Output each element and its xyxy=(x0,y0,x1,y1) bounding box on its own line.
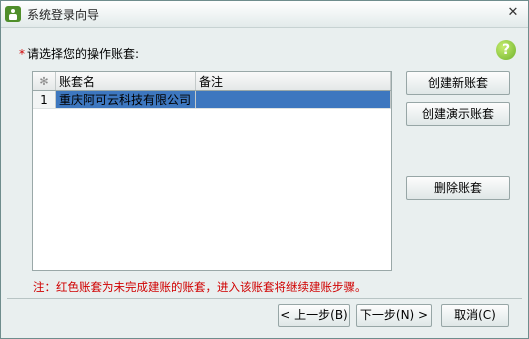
cancel-button[interactable]: 取消(C) xyxy=(441,304,509,327)
note-text: 注：红色账套为未完成建账的账套，进入该账套将继续建账步骤。 xyxy=(33,280,367,294)
prompt-text: 请选择您的操作账套: xyxy=(27,47,140,61)
row-number-header[interactable]: ✻ xyxy=(33,72,56,91)
column-header-remark[interactable]: 备注 xyxy=(195,72,391,91)
account-set-name[interactable]: 重庆阿可云科技有限公司 xyxy=(55,90,196,109)
account-set-remark[interactable] xyxy=(195,90,391,109)
login-wizard-window: 系统登录向导 ✕ * 请选择您的操作账套: ? ✻ 账套名 备注 1 重庆阿可云科… xyxy=(0,0,529,339)
window-title: 系统登录向导 xyxy=(27,8,100,22)
grid-header-row: ✻ 账套名 备注 xyxy=(33,72,391,91)
table-row[interactable]: 1 重庆阿可云科技有限公司 xyxy=(33,90,391,109)
row-number: 1 xyxy=(33,90,56,109)
create-new-account-set-button[interactable]: 创建新账套 xyxy=(406,71,510,95)
help-icon[interactable]: ? xyxy=(496,40,516,60)
column-header-name[interactable]: 账套名 xyxy=(55,72,196,91)
prev-button[interactable]: < 上一步(B) xyxy=(278,304,350,327)
prompt-label: * 请选择您的操作账套: xyxy=(19,45,139,62)
close-icon[interactable]: ✕ xyxy=(506,6,520,20)
delete-account-set-button[interactable]: 删除账套 xyxy=(406,176,510,200)
app-icon xyxy=(5,6,21,22)
next-button[interactable]: 下一步(N) > xyxy=(356,304,432,327)
required-mark: * xyxy=(19,47,25,61)
divider xyxy=(7,298,522,299)
account-set-grid[interactable]: ✻ 账套名 备注 1 重庆阿可云科技有限公司 xyxy=(32,71,392,271)
create-demo-account-set-button[interactable]: 创建演示账套 xyxy=(406,102,510,126)
title-bar: 系统登录向导 ✕ xyxy=(1,1,528,28)
